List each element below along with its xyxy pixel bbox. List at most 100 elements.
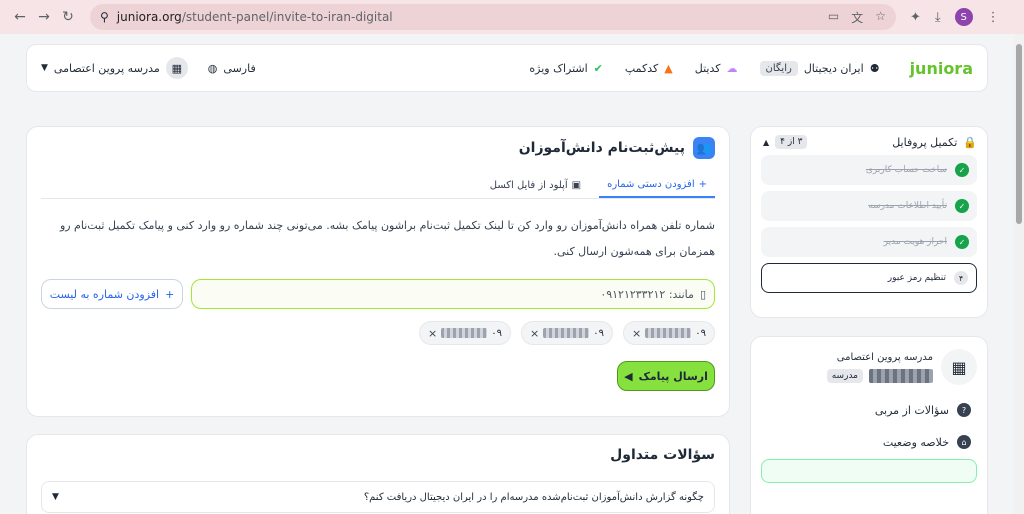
faq-question: چگونه گزارش دانش‌آموزان ثبت‌نام‌شده مدرس…: [363, 491, 704, 503]
remove-chip-icon[interactable]: ×: [632, 327, 641, 340]
step-label: احراز هویت مدیر: [883, 237, 947, 247]
page-scrollbar[interactable]: [1014, 34, 1024, 514]
globe-icon: ◍: [207, 61, 218, 75]
profile-completion-card: 🔒 تکمیل پروفایل ۳ از ۴ ▲ ✓ ساخت حساب کار…: [750, 126, 988, 318]
redacted-school-code: [869, 368, 933, 383]
url-path: /student-panel/invite-to-iran-digital: [181, 10, 393, 24]
faq-title: سؤالات متداول: [610, 447, 715, 463]
link-status-summary[interactable]: ⌂ خلاصه وضعیت: [761, 435, 977, 449]
step-label: تأیید اطلاعات مدرسه: [868, 201, 947, 211]
language-label: فارسی: [223, 61, 256, 75]
menu-iran-digital-label: ایران دیجیتال: [803, 61, 864, 75]
extensions-icon[interactable]: ✦: [910, 10, 921, 25]
reload-icon[interactable]: ↻: [56, 5, 80, 29]
link-coach-questions-label: سؤالات از مربی: [874, 403, 949, 417]
bookmark-star-icon[interactable]: ☆: [875, 9, 886, 26]
forward-icon[interactable]: →: [32, 5, 56, 29]
step-number: ۴: [954, 271, 968, 285]
faq-card: سؤالات متداول چگونه گزارش دانش‌آموزان ثب…: [26, 434, 730, 514]
school-info-card: ▦ مدرسه پروین اعتصامی مدرسه ? سؤالات از …: [750, 336, 988, 514]
remove-chip-icon[interactable]: ×: [530, 327, 539, 340]
check-icon: ✓: [955, 235, 969, 249]
plus-icon: +: [698, 179, 707, 190]
school-selector-label: مدرسه پروین اعتصامی: [53, 61, 160, 75]
download-icon[interactable]: ⤓: [935, 10, 941, 25]
profile-avatar[interactable]: S: [954, 8, 973, 26]
phone-chip-prefix: ۰۹: [491, 327, 502, 339]
school-name: مدرسه پروین اعتصامی: [836, 351, 933, 363]
phone-chip-prefix: ۰۹: [695, 327, 706, 339]
cloud-icon: ☁: [726, 61, 738, 75]
school-selector[interactable]: ▦ مدرسه پروین اعتصامی ▼: [41, 57, 188, 79]
step-label: تنظیم رمز عبور: [887, 273, 946, 283]
home-icon: ⌂: [957, 435, 971, 449]
building-icon: ▦: [165, 57, 188, 79]
lock-icon: 🔒: [963, 135, 977, 149]
menu-iran-digital[interactable]: ⚉ ایران دیجیتال رایگان: [759, 60, 880, 76]
send-sms-button[interactable]: ارسال پیامک ◀: [617, 361, 715, 391]
school-type-badge: مدرسه: [826, 368, 863, 383]
phone-input-placeholder: مانند: ۰۹۱۲۱۲۳۳۲۱۲: [600, 287, 694, 301]
language-selector[interactable]: فارسی ◍: [208, 62, 256, 75]
menu-coditel-label: کدیتل: [694, 61, 721, 75]
question-icon: ?: [957, 403, 971, 417]
link-coach-questions[interactable]: ? سؤالات از مربی: [761, 403, 977, 417]
phone-chip: ۰۹ ×: [623, 321, 715, 345]
back-icon[interactable]: ←: [8, 5, 32, 29]
step-item: ✓ احراز هویت مدیر: [761, 227, 977, 257]
site-info-icon[interactable]: ⚲: [100, 10, 109, 24]
step-item: ✓ ساخت حساب کاربری: [761, 155, 977, 185]
link-status-summary-label: خلاصه وضعیت: [882, 435, 949, 449]
translate-icon[interactable]: 文: [851, 9, 863, 26]
check-icon: ✓: [955, 163, 969, 177]
menu-coditel[interactable]: ☁ کدیتل: [695, 62, 738, 75]
phone-chips: ۰۹ × ۰۹ × ۰۹ ×: [41, 321, 715, 345]
progress-badge: ۳ از ۴: [775, 135, 808, 149]
tab-excel-upload-label: آپلود از فایل اکسل: [489, 180, 568, 191]
redacted-number: [543, 328, 590, 338]
add-number-label: افزودن شماره به لیست: [49, 287, 160, 301]
verified-icon: ✔: [593, 61, 603, 75]
url-host: juniora.org: [116, 10, 182, 24]
faq-item[interactable]: چگونه گزارش دانش‌آموزان ثبت‌نام‌شده مدرس…: [41, 481, 715, 513]
redacted-number: [645, 328, 692, 338]
step-item: ✓ تأیید اطلاعات مدرسه: [761, 191, 977, 221]
tab-excel-upload[interactable]: ▣ آپلود از فایل اکسل: [482, 175, 589, 198]
remove-chip-icon[interactable]: ×: [428, 327, 437, 340]
phone-input[interactable]: ▯ مانند: ۰۹۱۲۱۲۳۳۲۱۲: [191, 279, 715, 309]
site-header: juniora ⚉ ایران دیجیتال رایگان ☁ کدیتل ▲…: [26, 44, 988, 92]
camp-icon: ▲: [664, 61, 673, 75]
phone-icon: ▯: [699, 287, 706, 301]
url-text: juniora.org/student-panel/invite-to-iran…: [117, 10, 393, 24]
active-menu-item[interactable]: [761, 459, 977, 483]
send-arrow-icon: ◀: [624, 369, 633, 383]
send-sms-label: ارسال پیامک: [638, 369, 708, 383]
menu-kebab-icon[interactable]: ⋮: [987, 10, 1000, 25]
building-icon: ▦: [941, 349, 977, 385]
free-badge: رایگان: [759, 60, 798, 76]
menu-premium[interactable]: ✔ اشتراک ویژه: [529, 62, 602, 75]
instructions-text: شماره تلفن همراه دانش‌آموزان رو وارد کن …: [59, 219, 715, 258]
step-label: ساخت حساب کاربری: [865, 165, 947, 175]
redacted-number: [441, 328, 488, 338]
pre-registration-card: 👥 پیش‌ثبت‌نام دانش‌آموزان + افزودن دستی …: [26, 126, 730, 417]
chevron-up-icon[interactable]: ▲: [763, 138, 769, 147]
cast-icon[interactable]: ▭: [828, 9, 839, 26]
step-item-current[interactable]: ۴ تنظیم رمز عبور: [761, 263, 977, 293]
phone-chip-prefix: ۰۹: [593, 327, 604, 339]
menu-codecamp-label: کدکمپ: [624, 61, 659, 75]
scrollbar-thumb[interactable]: [1016, 44, 1022, 224]
menu-codecamp[interactable]: ▲ کدکمپ: [625, 62, 673, 75]
robot-icon: ⚉: [869, 61, 880, 75]
site-logo[interactable]: juniora: [910, 59, 973, 78]
users-icon: 👥: [693, 137, 715, 159]
plus-icon: +: [165, 287, 175, 301]
add-number-button[interactable]: + افزودن شماره به لیست: [41, 279, 183, 309]
profile-title: تکمیل پروفایل: [892, 135, 958, 149]
menu-premium-label: اشتراک ویژه: [529, 61, 588, 75]
phone-chip: ۰۹ ×: [419, 321, 511, 345]
address-bar[interactable]: ⚲ juniora.org/student-panel/invite-to-ir…: [90, 4, 896, 30]
tab-manual-entry-label: افزودن دستی شماره: [607, 179, 695, 190]
check-icon: ✓: [955, 199, 969, 213]
tab-manual-entry[interactable]: + افزودن دستی شماره: [599, 175, 715, 198]
